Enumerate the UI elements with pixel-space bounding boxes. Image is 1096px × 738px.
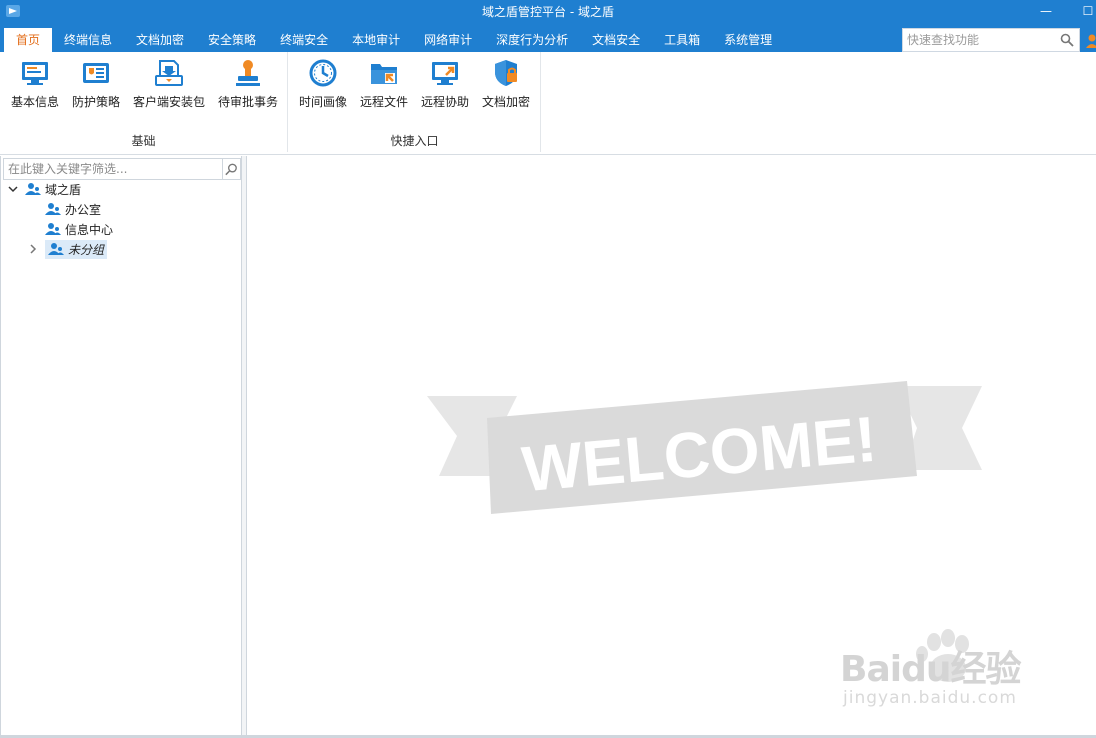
remote-file-button[interactable]: 远程文件 <box>355 58 413 114</box>
selected-tree-item: 未分组 <box>45 239 108 259</box>
tab-network-audit[interactable]: 网络审计 <box>412 28 484 52</box>
chevron-down-icon[interactable] <box>7 183 19 195</box>
approval-stamp-icon <box>236 60 260 86</box>
baidu-watermark-url: jingyan.baidu.com <box>843 688 1017 708</box>
user-group-icon <box>48 243 64 255</box>
tree-node-office[interactable]: 办公室 <box>45 200 101 218</box>
policy-card-icon <box>83 63 109 83</box>
baidu-watermark-brand: Baidu经验 <box>840 649 1021 690</box>
main-menu: 首页 终端信息 文档加密 安全策略 终端安全 本地审计 网络审计 深度行为分析 … <box>0 28 784 52</box>
search-icon[interactable] <box>1060 33 1074 47</box>
tree-node-label: 未分组 <box>68 242 105 257</box>
user-group-icon <box>45 203 61 215</box>
user-group-icon <box>25 183 41 195</box>
tree-node-label: 域之盾 <box>45 182 82 197</box>
ribbon-group-quick-access: 时间画像 远程文件 远程协助 文档加密 快捷入口 <box>289 52 541 152</box>
remote-assistance-button[interactable]: 远程协助 <box>417 58 473 114</box>
clock-icon <box>309 59 337 87</box>
remote-folder-icon <box>371 64 397 84</box>
install-package-icon <box>155 60 183 86</box>
minimize-button[interactable]: — <box>1026 2 1066 22</box>
pending-approval-button[interactable]: 待审批事务 <box>214 58 282 114</box>
user-group-icon <box>45 223 61 235</box>
tree-filter-box <box>3 158 241 180</box>
tab-doc-security[interactable]: 文档安全 <box>580 28 652 52</box>
time-profile-button[interactable]: 时间画像 <box>295 58 351 114</box>
quick-search-box <box>902 28 1080 52</box>
tab-behavior-analysis[interactable]: 深度行为分析 <box>484 28 580 52</box>
tree-node-label: 信息中心 <box>65 222 114 237</box>
tree-node-ungrouped[interactable]: 未分组 <box>27 239 108 259</box>
tab-terminal-security[interactable]: 终端安全 <box>268 28 340 52</box>
doc-encryption-button[interactable]: 文档加密 <box>477 58 535 114</box>
remote-desktop-icon <box>432 62 458 85</box>
quick-search-input[interactable] <box>903 29 1053 51</box>
ribbon-group-label: 基础 <box>131 134 156 148</box>
tab-local-audit[interactable]: 本地审计 <box>340 28 412 52</box>
tab-terminal-info[interactable]: 终端信息 <box>52 28 124 52</box>
tree-node-info-center[interactable]: 信息中心 <box>45 220 113 238</box>
group-tree-panel: 域之盾 办公室 信息中心 未分组 <box>0 156 242 736</box>
user-icon[interactable] <box>1086 34 1096 48</box>
tab-system-management[interactable]: 系统管理 <box>712 28 784 52</box>
protection-policy-button[interactable]: 防护策略 <box>68 58 124 114</box>
tree-node-root[interactable]: 域之盾 <box>7 180 81 198</box>
search-icon[interactable] <box>222 159 240 179</box>
ribbon-group-basic: 基本信息 防护策略 客户端安装包 待审批事务 基础 <box>0 52 288 152</box>
window-title: 域之盾管控平台 - 域之盾 <box>482 5 614 19</box>
ribbon: 基本信息 防护策略 客户端安装包 待审批事务 基础 时间画像 远程文件 远程协助… <box>0 52 1096 155</box>
shield-lock-icon <box>495 60 517 86</box>
client-package-button[interactable]: 客户端安装包 <box>130 58 208 114</box>
basic-info-button[interactable]: 基本信息 <box>6 58 64 114</box>
maximize-button[interactable]: ☐ <box>1068 2 1096 22</box>
tab-doc-encryption[interactable]: 文档加密 <box>124 28 196 52</box>
chevron-right-icon[interactable] <box>27 243 39 255</box>
tree-filter-input[interactable] <box>4 159 218 179</box>
tree-node-label: 办公室 <box>65 202 102 217</box>
tab-security-policy[interactable]: 安全策略 <box>196 28 268 52</box>
computer-info-icon <box>22 62 48 85</box>
tab-toolbox[interactable]: 工具箱 <box>652 28 712 52</box>
ribbon-group-label: 快捷入口 <box>390 134 439 148</box>
tab-home[interactable]: 首页 <box>4 28 53 52</box>
title-bar: 域之盾管控平台 - 域之盾 — ☐ 首页 终端信息 文档加密 安全策略 终端安全… <box>0 0 1096 52</box>
welcome-banner: WELCOME! <box>427 381 982 514</box>
